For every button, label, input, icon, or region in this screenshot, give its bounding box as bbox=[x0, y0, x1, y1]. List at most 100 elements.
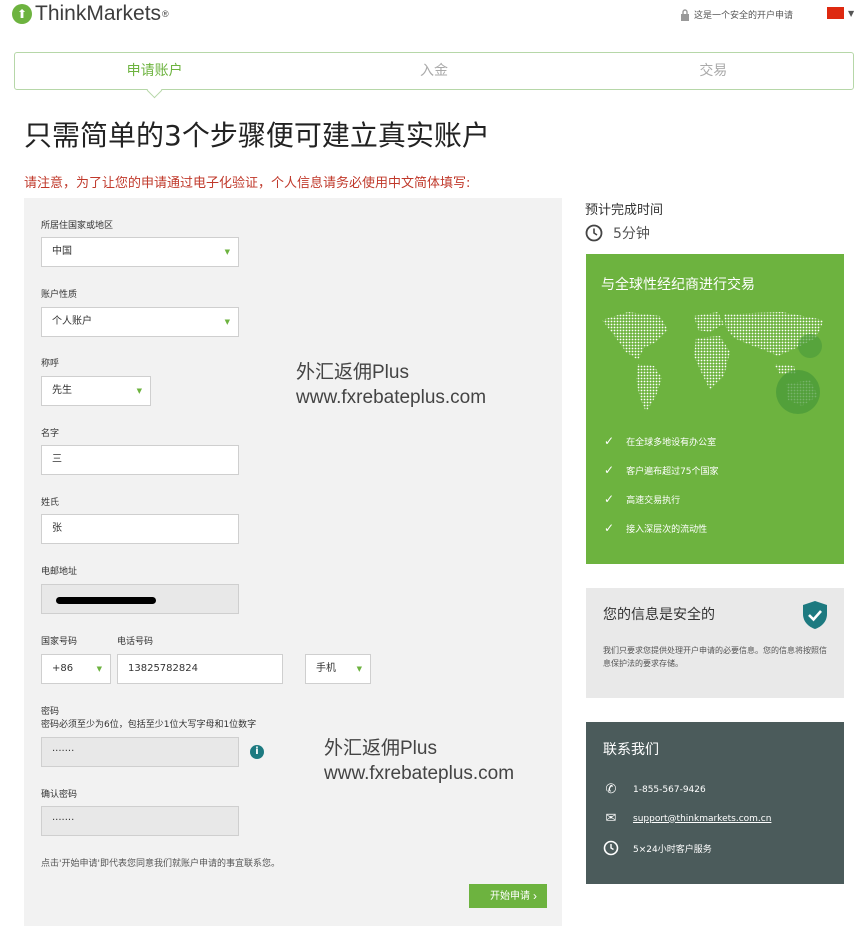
phone-value: 13825782824 bbox=[128, 663, 198, 674]
check-icon: ✓ bbox=[604, 434, 615, 448]
contact-phone-row[interactable]: ✆ 1-855-567-9426 bbox=[603, 782, 706, 797]
check-icon: ✓ bbox=[604, 492, 615, 506]
first-name-label: 名字 bbox=[41, 429, 60, 439]
watermark: 外汇返佣Plus www.fxrebateplus.com bbox=[296, 360, 486, 410]
email-field[interactable] bbox=[41, 584, 239, 614]
phone-type-select[interactable]: 手机 ▼ bbox=[305, 654, 371, 684]
secure-text: 这是一个安全的开户申请 bbox=[694, 11, 794, 21]
salutation-value: 先生 bbox=[52, 385, 72, 396]
eta-value-text: 5分钟 bbox=[613, 226, 650, 242]
eta-value: 5分钟 bbox=[585, 223, 650, 243]
contact-email-link[interactable]: support@thinkmarkets.com.cn bbox=[633, 814, 771, 824]
envelope-icon: ✉ bbox=[605, 811, 617, 826]
feature-text: 高速交易执行 bbox=[626, 495, 681, 506]
feature-item: ✓ 接入深层次的流动性 bbox=[604, 521, 707, 535]
password-value: ······· bbox=[52, 746, 75, 757]
last-name-input[interactable]: 张 bbox=[41, 514, 239, 544]
contact-phone: 1-855-567-9426 bbox=[633, 784, 706, 795]
info-safe-text: 我们只要求您提供处理开户申请的必要信息。您的信息将按照信息保护法的要求存储。 bbox=[603, 646, 827, 668]
account-type-value: 个人账户 bbox=[52, 316, 92, 327]
info-safe-title: 您的信息是安全的 bbox=[603, 607, 715, 623]
confirm-password-label: 确认密码 bbox=[41, 790, 78, 800]
global-broker-panel: 与全球性经纪商进行交易 ✓ 在全球多地设有办公室 ✓ 客户遍布超过75个国家 ✓ 高速… bbox=[586, 254, 844, 564]
contact-email-row[interactable]: ✉ support@thinkmarkets.com.cn bbox=[603, 811, 772, 826]
watermark-line: www.fxrebateplus.com bbox=[296, 387, 487, 408]
step-deposit-label: 入金 bbox=[419, 63, 448, 79]
page-title: 只需简单的3个步骤便可建立真实账户 bbox=[24, 119, 490, 152]
chinese-input-notice: 请注意，为了让您的申请通过电子化验证，个人信息请务必使用中文简体填写: bbox=[24, 176, 471, 191]
language-dropdown-caret-icon[interactable]: ▼ bbox=[848, 9, 854, 18]
phone-label: 电话号码 bbox=[117, 637, 154, 647]
last-name-value: 张 bbox=[52, 523, 62, 534]
lock-icon bbox=[681, 8, 689, 21]
china-flag-icon[interactable] bbox=[827, 7, 844, 19]
feature-item: ✓ 客户遍布超过75个国家 bbox=[604, 463, 719, 477]
start-application-button[interactable]: 开始申请 › bbox=[469, 884, 547, 908]
country-value: 中国 bbox=[52, 246, 72, 257]
country-code-label: 国家号码 bbox=[41, 637, 78, 647]
active-step-pointer bbox=[146, 82, 162, 99]
feature-item: ✓ 在全球多地设有办公室 bbox=[604, 434, 716, 448]
account-type-select[interactable]: 个人账户 ▼ bbox=[41, 307, 239, 337]
info-icon[interactable]: i bbox=[250, 745, 264, 759]
secure-application-note: 这是一个安全的开户申请 bbox=[680, 8, 793, 21]
chevron-down-icon: ▼ bbox=[136, 387, 142, 395]
country-select[interactable]: 中国 ▼ bbox=[41, 237, 239, 267]
country-code-select[interactable]: +86 ▼ bbox=[41, 654, 111, 684]
contact-title: 联系我们 bbox=[603, 742, 659, 758]
consent-text: 点击'开始申请'即代表您同意我们就账户申请的事宜联系您。 bbox=[41, 859, 280, 869]
password-label: 密码 bbox=[41, 707, 60, 717]
global-broker-title: 与全球性经纪商进行交易 bbox=[601, 277, 755, 293]
watermark: 外汇返佣Plus www.fxrebateplus.com bbox=[324, 736, 514, 786]
country-code-value: +86 bbox=[52, 663, 74, 674]
feature-item: ✓ 高速交易执行 bbox=[604, 492, 680, 506]
logo-text: ThinkMarkets bbox=[35, 2, 162, 25]
contact-panel: 联系我们 ✆ 1-855-567-9426 ✉ support@thinkmarke… bbox=[586, 722, 844, 884]
chevron-down-icon: ▼ bbox=[224, 318, 230, 326]
clock-icon bbox=[603, 840, 619, 856]
shield-check-icon bbox=[803, 601, 827, 629]
step-apply[interactable]: 申请账户 bbox=[15, 53, 294, 99]
world-map-icon bbox=[602, 312, 824, 414]
thinkmarkets-logo[interactable]: ⬆ ThinkMarkets ® bbox=[12, 2, 169, 26]
account-type-label: 账户性质 bbox=[41, 290, 78, 300]
clock-icon bbox=[585, 224, 603, 242]
password-hint: 密码必须至少为6位，包括至少1位大写字母和1位数字 bbox=[41, 720, 257, 730]
watermark-line: 外汇返佣Plus bbox=[296, 362, 409, 383]
step-apply-label: 申请账户 bbox=[126, 63, 183, 79]
check-icon: ✓ bbox=[604, 521, 615, 535]
watermark-line: 外汇返佣Plus bbox=[324, 738, 437, 759]
confirm-password-input[interactable]: ······· bbox=[41, 806, 239, 836]
watermark-line: www.fxrebateplus.com bbox=[324, 763, 515, 784]
start-application-label: 开始申请 bbox=[490, 891, 530, 902]
salutation-label: 称呼 bbox=[41, 359, 60, 369]
chevron-right-icon: › bbox=[533, 889, 537, 903]
contact-hours: 5×24小时客户服务 bbox=[633, 844, 712, 855]
chevron-down-icon: ▼ bbox=[356, 665, 362, 673]
feature-text: 客户遍布超过75个国家 bbox=[626, 466, 719, 477]
chevron-down-icon: ▼ bbox=[224, 248, 230, 256]
logo-registered-mark: ® bbox=[162, 9, 169, 19]
redacted-email-bar bbox=[56, 597, 156, 604]
first-name-input[interactable]: 三 bbox=[41, 445, 239, 475]
salutation-select[interactable]: 先生 ▼ bbox=[41, 376, 151, 406]
step-trade[interactable]: 交易 bbox=[574, 53, 853, 89]
step-deposit[interactable]: 入金 bbox=[294, 53, 573, 89]
progress-steps: 申请账户 入金 交易 bbox=[14, 52, 854, 99]
password-input[interactable]: ······· bbox=[41, 737, 239, 767]
email-label: 电邮地址 bbox=[41, 567, 78, 577]
confirm-password-value: ······· bbox=[52, 815, 75, 826]
application-form: 所居住国家或地区 中国 ▼ 账户性质 个人账户 ▼ 称呼 先生 ▼ 名字 三 姓氏 张… bbox=[24, 198, 562, 926]
info-safe-panel: 您的信息是安全的 我们只要求您提供处理开户申请的必要信息。您的信息将按照信息保护… bbox=[586, 588, 844, 698]
country-label: 所居住国家或地区 bbox=[41, 221, 114, 231]
feature-text: 在全球多地设有办公室 bbox=[626, 437, 717, 448]
logo-arrow-icon: ⬆ bbox=[12, 4, 32, 24]
check-icon: ✓ bbox=[604, 463, 615, 477]
contact-hours-row: 5×24小时客户服务 bbox=[603, 840, 712, 856]
feature-text: 接入深层次的流动性 bbox=[626, 524, 708, 535]
first-name-value: 三 bbox=[52, 454, 62, 465]
phone-input[interactable]: 13825782824 bbox=[117, 654, 283, 684]
last-name-label: 姓氏 bbox=[41, 498, 60, 508]
step-trade-label: 交易 bbox=[699, 63, 728, 79]
phone-icon: ✆ bbox=[605, 782, 617, 797]
